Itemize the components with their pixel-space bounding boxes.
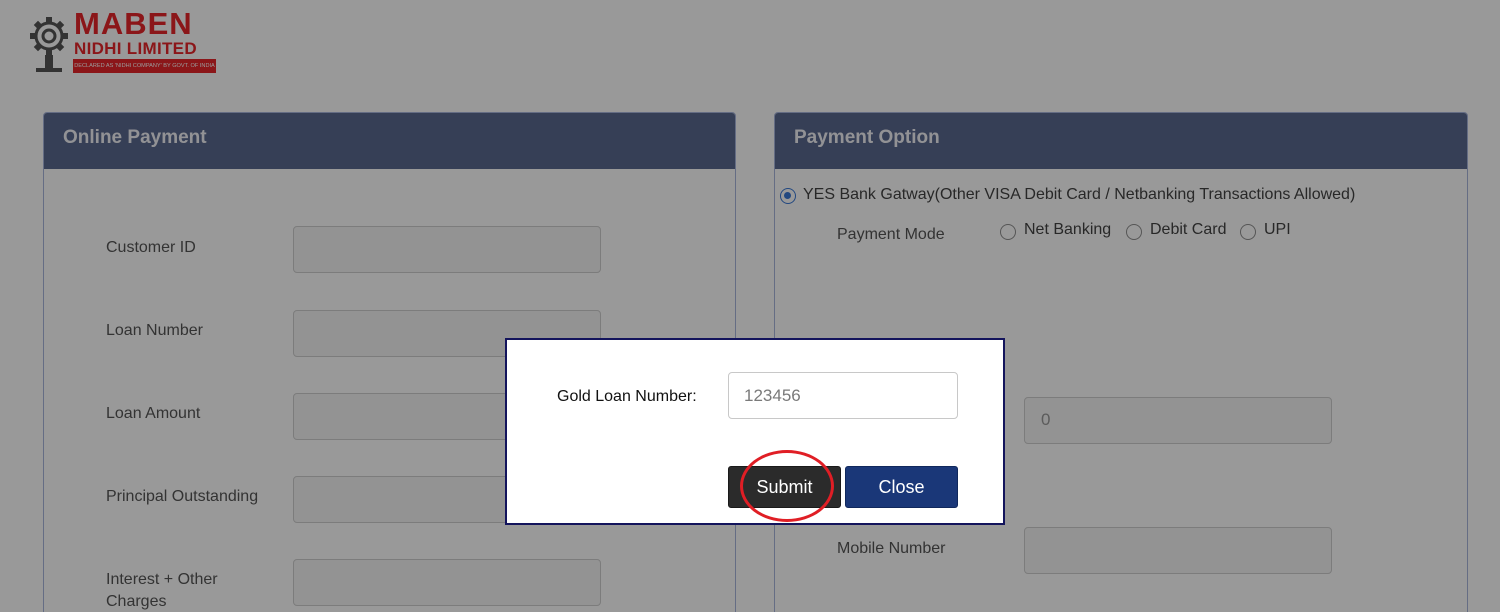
- gold-loan-number-input[interactable]: [728, 372, 958, 419]
- submit-button[interactable]: Submit: [728, 466, 841, 508]
- close-button[interactable]: Close: [845, 466, 958, 508]
- gold-loan-dialog: Gold Loan Number: Submit Close: [505, 338, 1005, 525]
- gold-loan-number-label: Gold Loan Number:: [557, 388, 697, 405]
